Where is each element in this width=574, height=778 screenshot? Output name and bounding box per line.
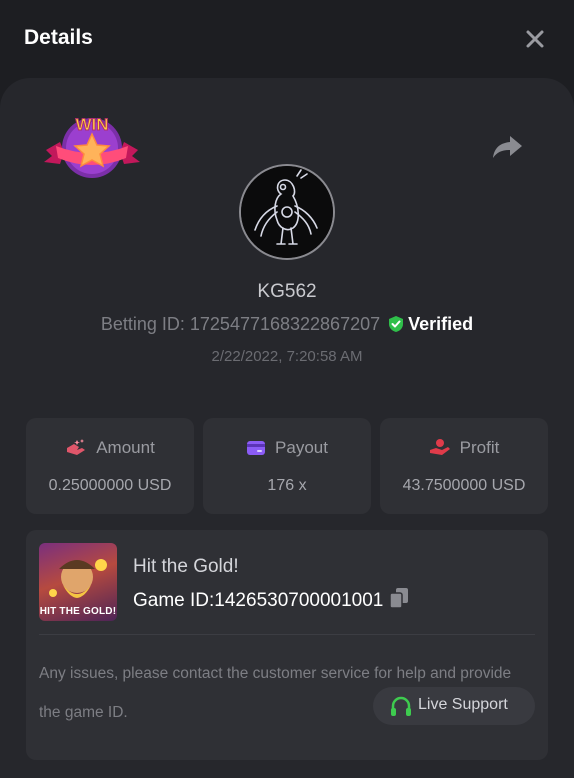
win-badge-icon: WIN: [44, 115, 140, 178]
avatar-bird-icon: [241, 166, 333, 258]
live-support-label: Live Support: [418, 696, 508, 713]
divider: [39, 634, 535, 635]
stat-value-payout: 176 x: [267, 477, 307, 494]
stat-value-profit: 43.7500000 USD: [402, 477, 526, 494]
win-text: WIN: [75, 115, 108, 134]
profit-hand-icon: [429, 439, 450, 455]
verified-label: Verified: [408, 314, 474, 334]
game-id: Game ID:1426530700001001: [133, 590, 384, 611]
stat-card-payout: Payout 176 x: [203, 418, 371, 514]
headset-icon: [391, 696, 411, 716]
game-id-row: Game ID:1426530700001001: [133, 587, 409, 612]
payout-card-icon: [247, 441, 266, 455]
page-title: Details: [24, 26, 93, 49]
amount-icon: [67, 439, 86, 455]
stat-label-amount: Amount: [96, 438, 155, 457]
verified-shield-icon: [389, 316, 404, 332]
username: KG562: [257, 281, 317, 302]
share-icon[interactable]: [490, 130, 524, 162]
game-card: HIT THE GOLD! Hit the Gold! Game ID:1426…: [26, 530, 548, 760]
betting-id-row: Betting ID: 1725477168322867207 Verified: [0, 314, 574, 335]
avatar: [239, 164, 335, 260]
game-name: Hit the Gold!: [133, 556, 239, 577]
betting-id: Betting ID: 1725477168322867207: [100, 314, 381, 334]
stat-card-profit: Profit 43.7500000 USD: [380, 418, 548, 514]
stat-label-profit: Profit: [459, 438, 500, 457]
copy-icon[interactable]: [389, 587, 409, 609]
stat-value-amount: 0.25000000 USD: [48, 477, 172, 494]
stat-label-payout: Payout: [275, 438, 328, 457]
header-bar: Details: [0, 0, 574, 78]
bet-datetime: 2/22/2022, 7:20:58 AM: [211, 348, 363, 365]
game-thumbnail[interactable]: HIT THE GOLD!: [39, 543, 117, 621]
stat-card-amount: Amount 0.25000000 USD: [26, 418, 194, 514]
live-support-button[interactable]: Live Support: [373, 687, 535, 725]
close-icon[interactable]: [520, 24, 550, 54]
game-thumbnail-title: HIT THE GOLD!: [39, 606, 117, 617]
